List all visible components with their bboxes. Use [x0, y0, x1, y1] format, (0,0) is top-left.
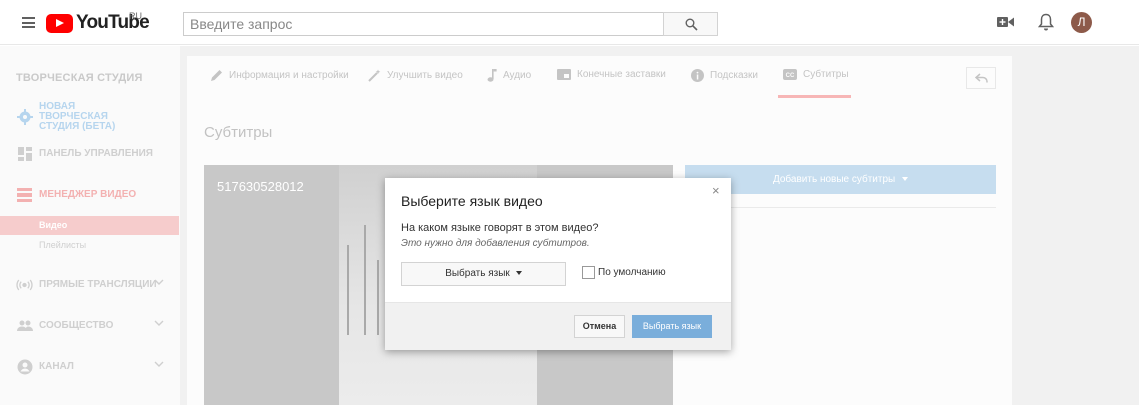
caret-down-icon [902, 177, 908, 181]
sidebar-item-label: НОВАЯ ТВОРЧЕСКАЯ СТУДИЯ (БЕТА) [39, 101, 116, 132]
sidebar-item-label: ПРЯМЫЕ ТРАНСЛЯЦИИ [39, 279, 157, 290]
top-bar: YouTube RU Введите запрос Л [0, 0, 1139, 45]
bell-icon[interactable] [1038, 13, 1054, 32]
svg-text:CC: CC [786, 73, 795, 79]
close-icon[interactable]: × [712, 183, 720, 198]
youtube-logo[interactable]: YouTube RU [46, 11, 150, 34]
avatar[interactable]: Л [1071, 12, 1092, 33]
tab-label: Улучшить видео [387, 70, 463, 81]
search-icon [685, 18, 698, 31]
sidebar-item-label: КАНАЛ [39, 361, 74, 372]
tab-cards[interactable]: Подсказки [691, 69, 758, 82]
tab-label: Подсказки [710, 70, 758, 81]
chevron-down-icon[interactable] [154, 361, 164, 367]
sidebar-item-community[interactable]: СООБЩЕСТВО [16, 317, 176, 334]
tab-audio[interactable]: Аудио [487, 69, 531, 82]
dialog-note: Это нужно для добавления субтитров. [401, 238, 590, 249]
dialog-title: Выберите язык видео [401, 193, 543, 209]
dialog-footer: Отмена Выбрать язык [385, 302, 731, 350]
chevron-down-icon[interactable] [154, 320, 164, 326]
magic-wand-icon [368, 69, 381, 82]
tab-enhance-video[interactable]: Улучшить видео [368, 69, 463, 82]
sidebar-subitem-playlists[interactable]: Плейлисты [39, 240, 86, 250]
sidebar-item-live[interactable]: ПРЯМЫЕ ТРАНСЛЯЦИИ [16, 276, 176, 293]
gear-icon [16, 109, 33, 126]
broadcast-icon [16, 276, 33, 293]
logo-region: RU [129, 11, 142, 21]
tab-label: Субтитры [803, 69, 849, 80]
add-subtitles-label: Добавить новые субтитры [772, 174, 896, 185]
sidebar-item-label: СООБЩЕСТВО [39, 320, 114, 331]
language-select[interactable]: Выбрать язык [401, 262, 566, 286]
cancel-button[interactable]: Отмена [574, 315, 625, 338]
sidebar-item-new-studio[interactable]: НОВАЯ ТВОРЧЕСКАЯ СТУДИЯ (БЕТА) [16, 102, 146, 132]
back-button[interactable] [966, 67, 996, 89]
sidebar-item-video-manager[interactable]: МЕНЕДЖЕР ВИДЕО [16, 186, 136, 203]
tab-label: Информация и настройки [229, 70, 349, 81]
chevron-down-icon[interactable] [154, 279, 164, 285]
menu-icon[interactable] [22, 17, 35, 28]
tab-end-screens[interactable]: Конечные заставки [557, 69, 666, 80]
default-checkbox-label[interactable]: По умолчанию [598, 267, 666, 278]
video-manager-icon [16, 186, 33, 203]
sidebar-item-dashboard[interactable]: ПАНЕЛЬ УПРАВЛЕНИЯ [16, 145, 153, 162]
sidebar: ТВОРЧЕСКАЯ СТУДИЯ НОВАЯ ТВОРЧЕСКАЯ СТУДИ… [0, 46, 180, 405]
dashboard-icon [16, 145, 33, 162]
sidebar-title: ТВОРЧЕСКАЯ СТУДИЯ [16, 72, 143, 84]
tab-label: Конечные заставки [577, 69, 666, 80]
select-language-button[interactable]: Выбрать язык [632, 315, 712, 338]
sidebar-item-label: МЕНЕДЖЕР ВИДЕО [39, 189, 137, 200]
cc-icon: CC [783, 69, 797, 80]
sidebar-item-channel[interactable]: КАНАЛ [16, 358, 176, 375]
end-screen-icon [557, 69, 571, 80]
divider [685, 207, 996, 208]
tab-label: Аудио [503, 70, 532, 81]
music-note-icon [487, 69, 497, 82]
search-input[interactable]: Введите запрос [183, 12, 664, 36]
sidebar-subitem-video[interactable]: Видео [0, 216, 179, 235]
language-dialog: × Выберите язык видео На каком языке гов… [385, 178, 731, 350]
create-video-icon[interactable] [997, 16, 1014, 28]
account-icon [16, 358, 33, 375]
language-select-label: Выбрать язык [445, 268, 510, 279]
sidebar-item-label: ПАНЕЛЬ УПРАВЛЕНИЯ [39, 148, 153, 159]
search-button[interactable] [663, 12, 718, 36]
pencil-icon [211, 70, 222, 81]
people-icon [16, 317, 33, 334]
undo-icon [975, 73, 988, 83]
section-title: Субтитры [204, 124, 273, 141]
tab-info-settings[interactable]: Информация и настройки [210, 69, 349, 82]
default-checkbox[interactable] [582, 266, 595, 279]
video-id: 517630528012 [217, 179, 304, 194]
tab-subtitles[interactable]: CC Субтитры [783, 69, 849, 80]
info-icon [691, 69, 704, 82]
active-tab-indicator [778, 95, 851, 98]
play-icon [46, 13, 73, 33]
dialog-question: На каком языке говорят в этом видео? [401, 222, 599, 234]
caret-down-icon [515, 271, 522, 275]
add-subtitles-button[interactable]: Добавить новые субтитры [685, 165, 996, 194]
